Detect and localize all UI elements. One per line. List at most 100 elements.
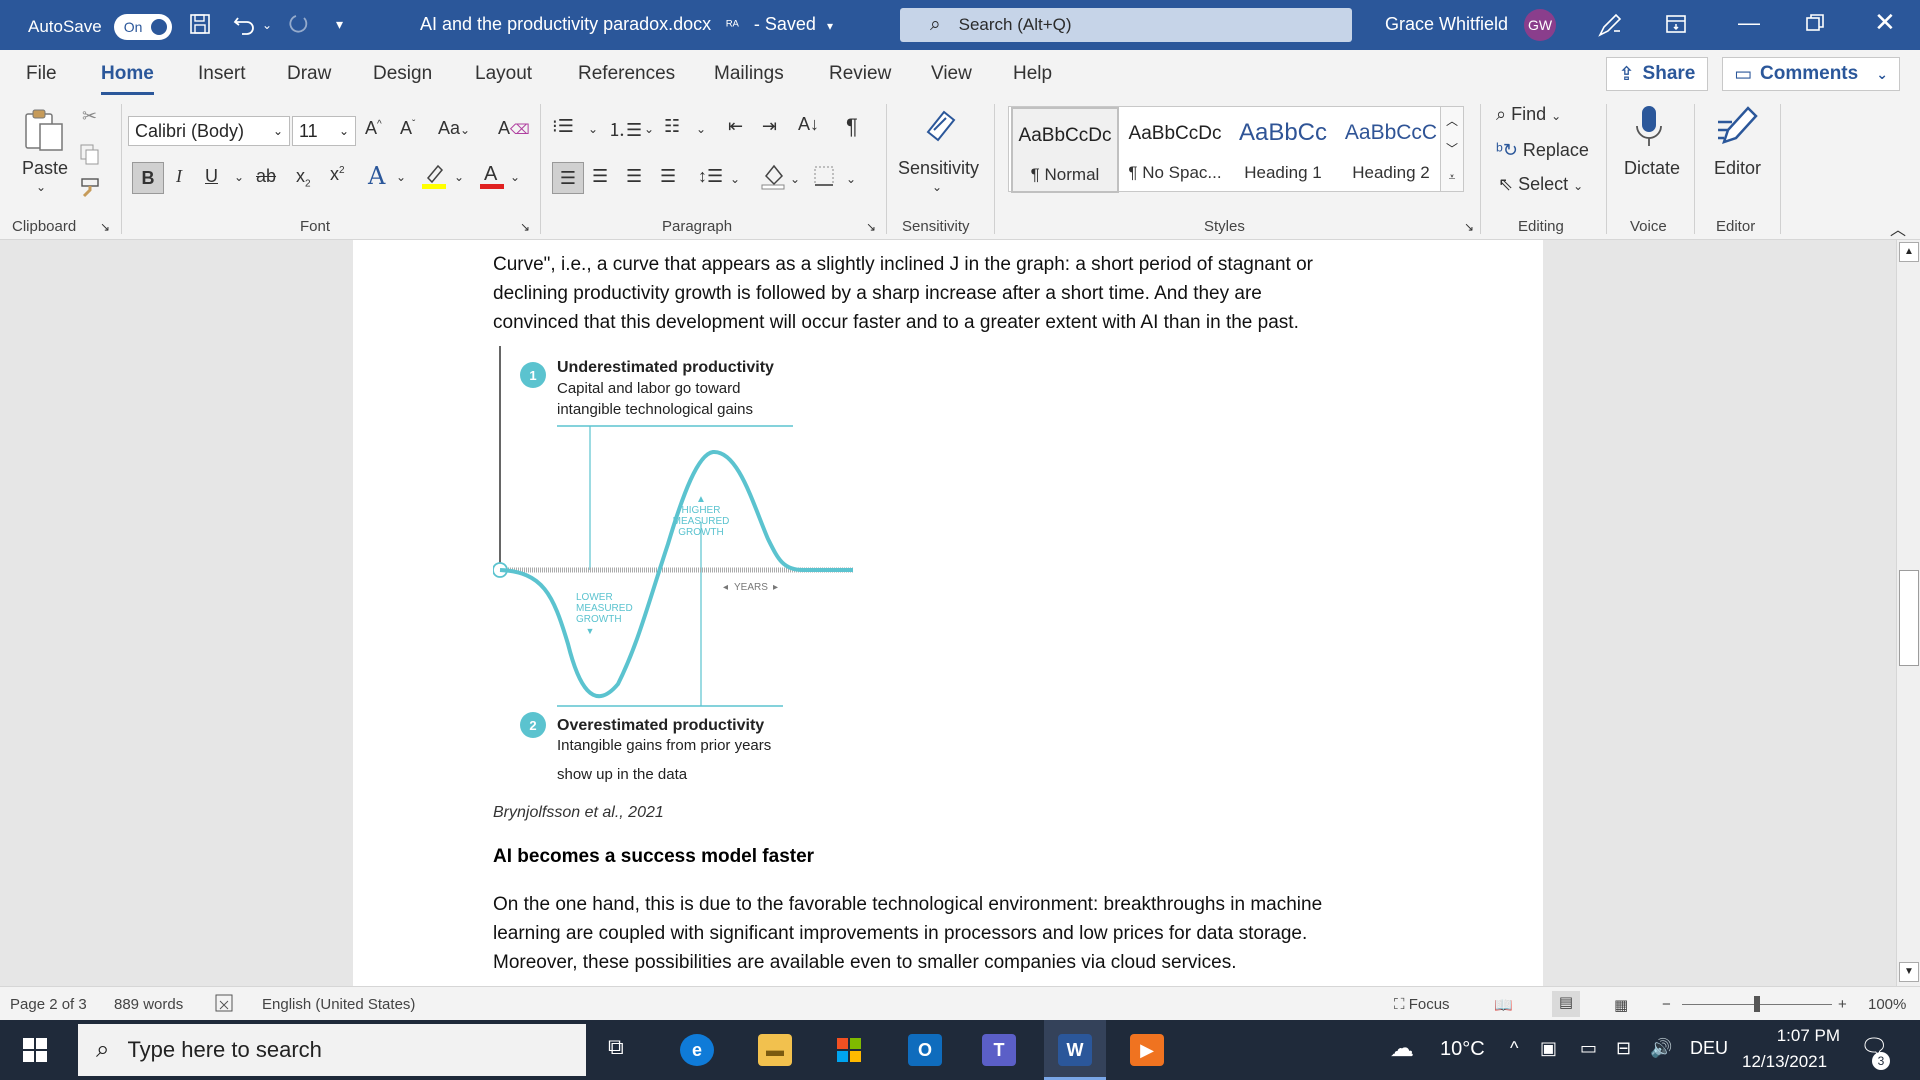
- style-heading-2[interactable]: AaBbCcC Heading 2: [1337, 107, 1445, 193]
- tab-draw[interactable]: Draw: [287, 63, 331, 85]
- language-status[interactable]: English (United States): [262, 996, 415, 1013]
- clipboard-launcher-icon[interactable]: ↘: [100, 220, 110, 234]
- align-left-icon[interactable]: ☰: [552, 162, 584, 194]
- editor-icon[interactable]: [1714, 102, 1760, 155]
- underline-icon[interactable]: U: [205, 166, 218, 187]
- ribbon-display-icon[interactable]: [1664, 12, 1688, 42]
- taskbar-search[interactable]: ⌕ Type here to search: [78, 1024, 586, 1076]
- align-right-icon[interactable]: ☰: [626, 166, 642, 187]
- minimize-icon[interactable]: —: [1738, 10, 1760, 36]
- tab-view[interactable]: View: [931, 63, 972, 85]
- clock-date[interactable]: 12/13/2021: [1742, 1052, 1827, 1072]
- chevron-down-icon[interactable]: ⌄: [644, 122, 654, 136]
- search-box[interactable]: ⌕ Search (Alt+Q): [900, 8, 1352, 42]
- style-normal[interactable]: AaBbCcDc ¶ Normal: [1011, 107, 1119, 193]
- find-button[interactable]: ⌕ Find ⌄: [1496, 104, 1561, 125]
- strikethrough-icon[interactable]: ab: [256, 166, 276, 187]
- read-mode-icon[interactable]: 📖: [1494, 996, 1513, 1014]
- teams-icon[interactable]: T: [982, 1034, 1016, 1066]
- copy-icon[interactable]: [78, 142, 102, 171]
- underline-dropdown-icon[interactable]: ⌄: [234, 170, 244, 184]
- paste-dropdown-icon[interactable]: ⌄: [36, 180, 46, 194]
- focus-button[interactable]: ⛶ Focus: [1394, 996, 1450, 1013]
- print-layout-icon[interactable]: ▤: [1552, 991, 1580, 1017]
- web-layout-icon[interactable]: ▦: [1614, 996, 1628, 1014]
- bold-icon[interactable]: B: [132, 162, 164, 194]
- style-heading-1[interactable]: AaBbCc Heading 1: [1229, 107, 1337, 193]
- chevron-down-icon[interactable]: ﹀: [1441, 135, 1463, 163]
- restore-icon[interactable]: [1804, 12, 1826, 40]
- sensitivity-button-label[interactable]: Sensitivity: [898, 158, 979, 179]
- highlight-icon[interactable]: [420, 160, 448, 195]
- document-page[interactable]: Curve", i.e., a curve that appears as a …: [353, 240, 1543, 986]
- show-formatting-icon[interactable]: ¶: [846, 114, 858, 140]
- styles-launcher-icon[interactable]: ↘: [1464, 220, 1474, 234]
- tab-home[interactable]: Home: [101, 63, 154, 95]
- shrink-font-icon[interactable]: Aˇ: [400, 118, 415, 139]
- chevron-down-icon[interactable]: ⌄: [932, 180, 942, 194]
- chevron-down-icon[interactable]: ⌄: [588, 122, 598, 136]
- line-spacing-icon[interactable]: ↕☰: [698, 166, 723, 187]
- select-button[interactable]: ⇖ Select ⌄: [1498, 174, 1583, 195]
- subscript-icon[interactable]: x2: [296, 166, 311, 190]
- paste-button[interactable]: [20, 106, 68, 159]
- scroll-down-icon[interactable]: ▼: [1899, 962, 1919, 982]
- grow-font-icon[interactable]: A^: [365, 118, 382, 139]
- multilevel-list-icon[interactable]: ☷: [664, 116, 680, 137]
- more-styles-icon[interactable]: ⩡: [1441, 163, 1463, 191]
- file-explorer-icon[interactable]: ▬: [758, 1034, 792, 1066]
- outlook-icon[interactable]: O: [908, 1034, 942, 1066]
- tab-design[interactable]: Design: [373, 63, 432, 85]
- increase-indent-icon[interactable]: ⇥: [762, 116, 777, 137]
- text-effects-icon[interactable]: A: [368, 162, 385, 190]
- close-icon[interactable]: ✕: [1874, 7, 1896, 38]
- zoom-out-icon[interactable]: −: [1662, 996, 1671, 1013]
- sort-icon[interactable]: A↓: [798, 114, 819, 135]
- styles-scroll[interactable]: ︿ ﹀ ⩡: [1440, 106, 1464, 192]
- tab-file[interactable]: File: [26, 63, 57, 85]
- tab-help[interactable]: Help: [1013, 63, 1052, 85]
- scrollbar-thumb[interactable]: [1899, 570, 1919, 666]
- save-icon[interactable]: [188, 12, 212, 42]
- numbering-icon[interactable]: ⒈☰: [608, 116, 642, 142]
- align-center-icon[interactable]: ☰: [592, 166, 608, 187]
- font-color-icon[interactable]: A: [478, 160, 506, 195]
- decrease-indent-icon[interactable]: ⇤: [728, 116, 743, 137]
- bullets-icon[interactable]: ⁝☰: [552, 116, 574, 137]
- volume-icon[interactable]: 🔊: [1650, 1038, 1672, 1059]
- font-launcher-icon[interactable]: ↘: [520, 220, 530, 234]
- chevron-down-icon[interactable]: ⌄: [396, 170, 406, 184]
- weather-temp[interactable]: 10°C: [1440, 1038, 1485, 1061]
- paste-label[interactable]: Paste: [22, 158, 68, 179]
- vertical-scrollbar[interactable]: ▲ ▼: [1896, 240, 1920, 986]
- media-player-icon[interactable]: ▶: [1130, 1034, 1164, 1066]
- tab-mailings[interactable]: Mailings: [714, 63, 784, 85]
- battery-icon[interactable]: ▭: [1580, 1038, 1597, 1059]
- zoom-slider-thumb[interactable]: [1754, 996, 1760, 1012]
- style-no-spacing[interactable]: AaBbCcDc ¶ No Spac...: [1121, 107, 1229, 193]
- undo-icon[interactable]: [232, 12, 258, 42]
- avatar[interactable]: GW: [1524, 9, 1556, 41]
- zoom-level[interactable]: 100%: [1868, 996, 1906, 1013]
- chevron-down-icon[interactable]: ⌄: [790, 172, 800, 186]
- font-size-combo[interactable]: 11 ⌄: [292, 116, 356, 146]
- chevron-down-icon[interactable]: ⌄: [454, 170, 464, 184]
- user-name[interactable]: Grace Whitfield: [1385, 14, 1508, 35]
- autosave-control[interactable]: AutoSave On: [28, 14, 172, 40]
- zoom-in-icon[interactable]: +: [1838, 996, 1847, 1013]
- superscript-icon[interactable]: x2: [330, 164, 345, 185]
- page-count[interactable]: Page 2 of 3: [10, 996, 87, 1013]
- tab-layout[interactable]: Layout: [475, 63, 532, 85]
- pen-icon[interactable]: [1596, 11, 1624, 45]
- collapse-ribbon-icon[interactable]: ︿: [1890, 216, 1906, 240]
- show-hidden-icons-icon[interactable]: ^: [1510, 1038, 1518, 1059]
- input-language[interactable]: DEU: [1690, 1038, 1728, 1059]
- replace-button[interactable]: ᵇ↻ Replace: [1496, 140, 1589, 161]
- dictate-button-label[interactable]: Dictate: [1624, 158, 1680, 179]
- clear-formatting-icon[interactable]: A⌫: [498, 118, 530, 139]
- chevron-down-icon[interactable]: ⌄: [730, 172, 740, 186]
- shading-icon[interactable]: [760, 162, 786, 195]
- chevron-down-icon[interactable]: ⌄: [846, 172, 856, 186]
- customize-toolbar-icon[interactable]: ▾: [336, 16, 343, 33]
- word-icon[interactable]: W: [1058, 1034, 1092, 1066]
